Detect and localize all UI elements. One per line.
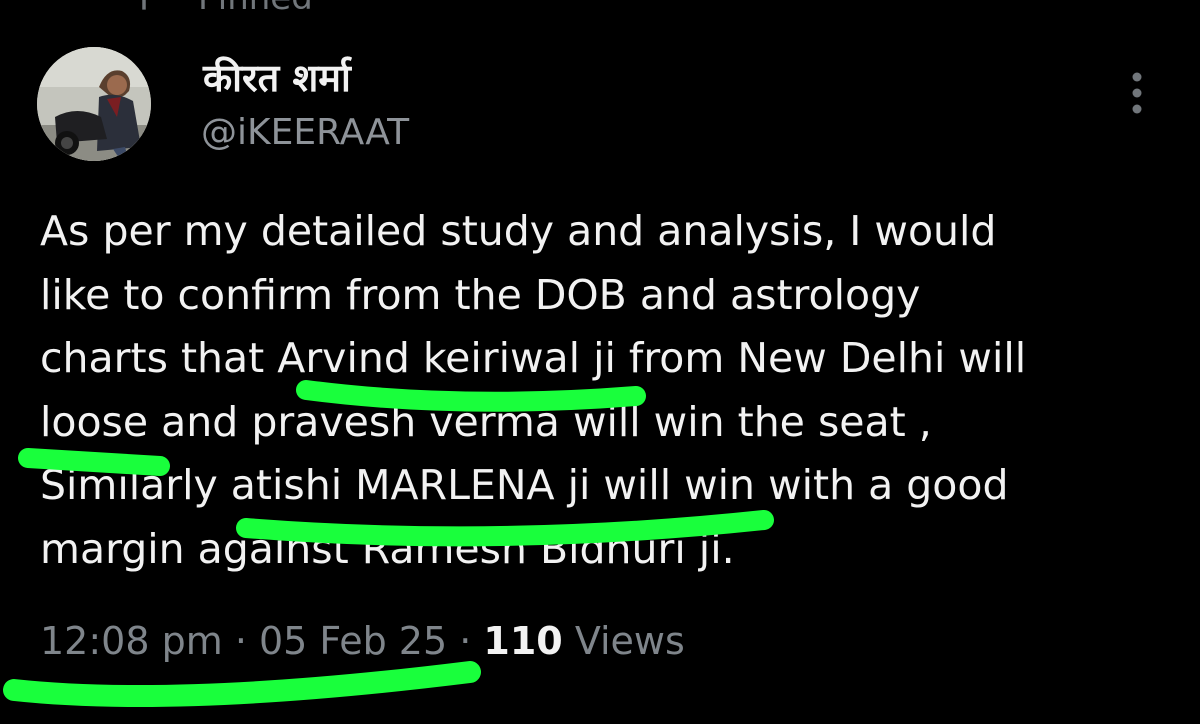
meta-separator: · [222, 619, 259, 663]
tweet-text-line: charts that Arvind keiriwal ji from New … [40, 334, 1027, 382]
tweet-meta: 12:08 pm · 05 Feb 25 · 110 Views [40, 617, 685, 665]
profile-photo [37, 47, 151, 161]
tweet-text-line: As per my detailed study and analysis, I… [40, 207, 997, 255]
tweet-date[interactable]: 05 Feb 25 [259, 619, 447, 663]
meta-separator: · [447, 619, 484, 663]
more-vertical-icon [1132, 72, 1142, 114]
author-avatar[interactable] [37, 47, 151, 161]
author-handle[interactable]: @iKEERAAT [201, 110, 409, 156]
tweet-text: As per my detailed study and analysis, I… [40, 200, 1180, 581]
author-name[interactable]: कीरत शर्मा [203, 54, 351, 102]
tweet-text-line: like to confirm from the DOB and astrolo… [40, 270, 921, 319]
pinned-label: Pinned [198, 0, 313, 18]
tweet-time[interactable]: 12:08 pm [40, 619, 223, 663]
tweet-text-line: loose and pravesh verma will win the sea… [40, 397, 932, 446]
highlight-stroke-timestamp [3, 661, 481, 707]
views-count[interactable]: 110 [483, 619, 562, 663]
more-options-button[interactable] [1120, 70, 1154, 116]
pin-icon [142, 0, 146, 10]
views-label: Views [574, 619, 685, 663]
pinned-indicator: Pinned [130, 0, 313, 18]
tweet-text-line: margin against Ramesh Bidhuri ji. [40, 524, 735, 573]
tweet-text-line: Similarly atishi MARLENA ji will win wit… [40, 461, 1009, 509]
